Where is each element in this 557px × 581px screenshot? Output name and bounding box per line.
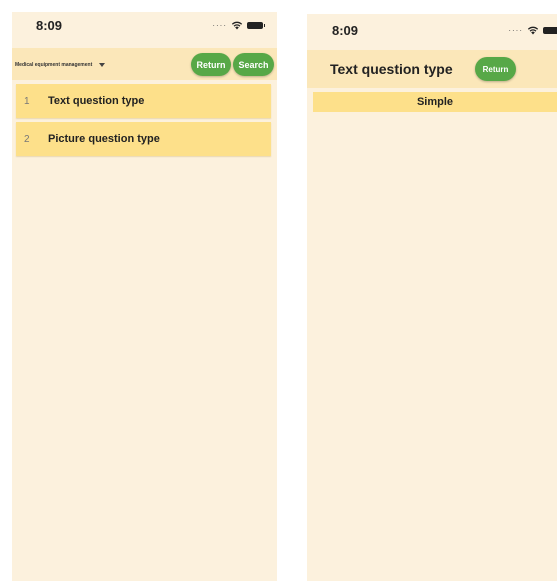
list-item-text-question-type[interactable]: 1 Text question type xyxy=(16,84,271,118)
question-type-list-screen: 8:09 ···· Medical equipment management R… xyxy=(12,12,277,581)
search-button[interactable]: Search xyxy=(233,53,274,76)
list-item-index: 2 xyxy=(24,133,30,145)
question-type-list: 1 Text question type 2 Picture question … xyxy=(16,84,271,160)
return-button[interactable]: Return xyxy=(191,53,231,76)
status-bar: 8:09 ···· xyxy=(12,12,277,48)
list-item-index: 1 xyxy=(24,95,30,107)
header-bar: Medical equipment management Return Sear… xyxy=(12,48,277,80)
difficulty-level-label: Simple xyxy=(416,96,454,108)
category-select-label: Medical equipment management xyxy=(15,62,93,68)
wifi-icon xyxy=(527,26,539,35)
text-question-type-screen: 8:09 ···· Text question type Return Simp… xyxy=(307,14,557,581)
battery-icon xyxy=(543,26,557,34)
header-bar: Text question type Return xyxy=(307,50,557,88)
list-item-picture-question-type[interactable]: 2 Picture question type xyxy=(16,122,271,156)
return-button[interactable]: Return xyxy=(475,57,516,81)
battery-icon xyxy=(247,21,265,29)
difficulty-level-item[interactable]: Simple xyxy=(313,92,557,112)
chevron-down-icon xyxy=(99,63,106,67)
signal-icon: ···· xyxy=(212,20,227,30)
status-time: 8:09 xyxy=(36,18,63,33)
list-item-label: Picture question type xyxy=(48,133,160,145)
page-title: Text question type xyxy=(330,61,453,77)
wifi-icon xyxy=(231,21,243,30)
signal-icon: ···· xyxy=(508,25,523,35)
status-bar: 8:09 ···· xyxy=(307,14,557,50)
status-icons: ···· xyxy=(212,20,265,30)
list-item-label: Text question type xyxy=(48,95,145,107)
category-select[interactable]: Medical equipment management xyxy=(15,62,106,68)
status-time: 8:09 xyxy=(332,23,359,38)
status-icons: ···· xyxy=(508,25,557,35)
